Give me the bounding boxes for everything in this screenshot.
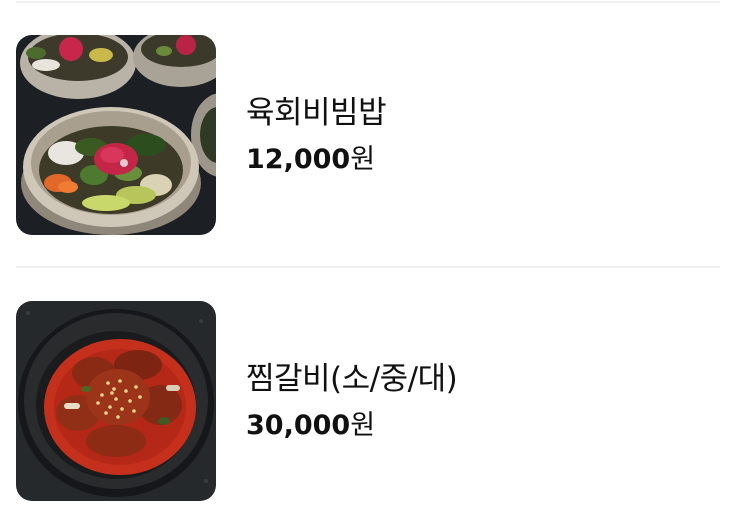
- menu-item-yukhoe-bibimbap[interactable]: 육회비빔밥 12,000원: [16, 35, 720, 235]
- jjim-galbi-photo: [16, 301, 216, 501]
- menu-item-info: 육회비빔밥 12,000원: [246, 35, 387, 235]
- price-currency: 원: [350, 409, 376, 441]
- price-value: 30,000: [246, 409, 351, 441]
- menu-item-info: 찜갈비(소/중/대) 30,000원: [246, 301, 458, 501]
- menu-item-price: 12,000원: [246, 142, 386, 178]
- yukhoe-bibimbap-photo: [16, 35, 216, 235]
- menu-list: 육회비빔밥 12,000원 찜갈비(소/중/대) 30,000원: [0, 0, 742, 524]
- item-divider: [16, 266, 720, 268]
- menu-item-jjim-galbi[interactable]: 찜갈비(소/중/대) 30,000원: [16, 301, 720, 501]
- top-divider: [16, 1, 720, 3]
- price-currency: 원: [350, 143, 376, 175]
- menu-item-name: 육회비빔밥: [246, 94, 387, 131]
- menu-item-price: 30,000원: [246, 408, 457, 444]
- menu-item-name: 찜갈비(소/중/대): [246, 360, 458, 397]
- price-value: 12,000: [246, 143, 351, 175]
